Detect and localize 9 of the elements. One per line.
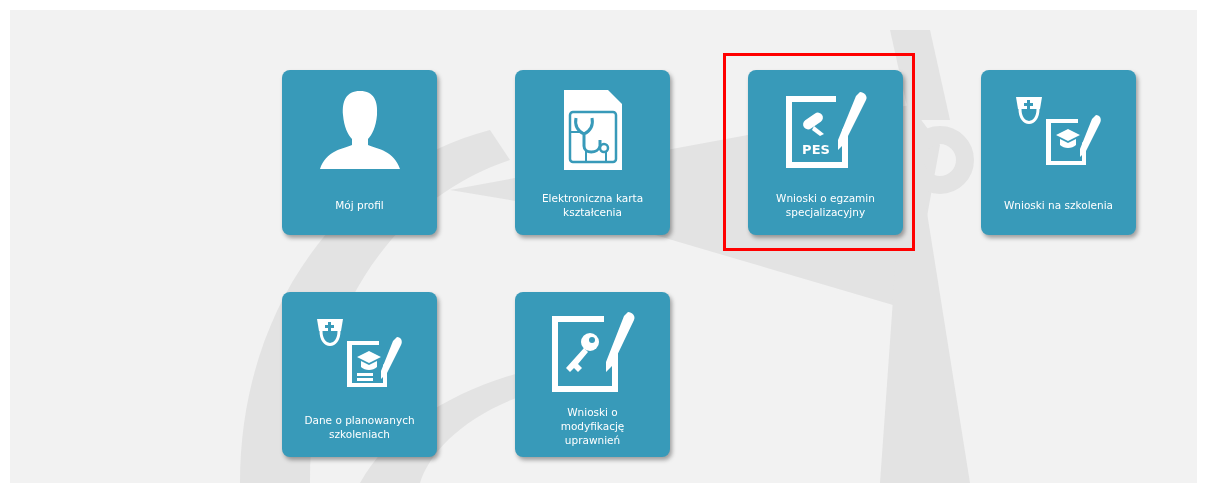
key-document-icon [549,309,636,394]
menu-tile[interactable]: Wnioski o modyfikację uprawnień [515,292,670,457]
menu-tile[interactable]: Dane o planowanych szkoleniach [282,292,437,457]
menu-tile[interactable]: Elektroniczna karta kształcenia [515,70,670,235]
person-icon [317,89,402,171]
menu-tile[interactable]: Wnioski na szkolenia [981,70,1136,235]
sim-card-icon [561,88,624,172]
menu-tile[interactable]: Mój profil [282,70,437,235]
menu-tile[interactable]: PES Wnioski o egzamin specjalizacyjny [748,70,903,235]
